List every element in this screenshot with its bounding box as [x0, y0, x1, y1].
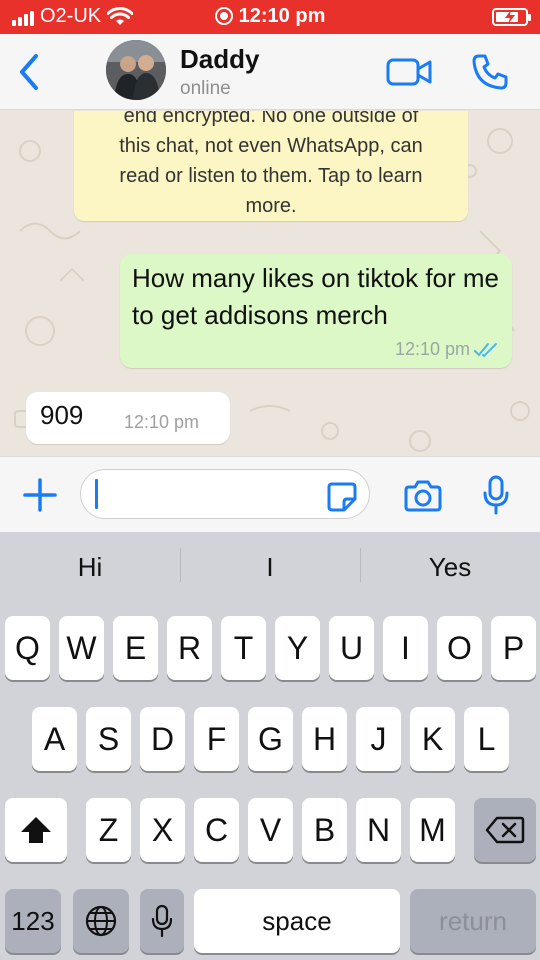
- encryption-line: more.: [245, 195, 297, 217]
- key-o[interactable]: O: [437, 616, 482, 680]
- backspace-key[interactable]: [474, 798, 536, 862]
- key-t[interactable]: T: [221, 616, 266, 680]
- read-ticks-icon: [474, 343, 497, 358]
- suggestion-item[interactable]: Hi: [0, 552, 180, 583]
- battery-icon: [492, 8, 531, 26]
- key-d[interactable]: D: [140, 707, 185, 771]
- globe-icon: [85, 905, 117, 937]
- message-text: How many likes on tiktok for me to get a…: [132, 263, 500, 330]
- backspace-icon: [485, 816, 525, 844]
- key-v[interactable]: V: [248, 798, 293, 862]
- keyboard: Hi I Yes Q W E R T Y U I O P A S D F G H…: [0, 532, 540, 960]
- key-u[interactable]: U: [329, 616, 374, 680]
- key-g[interactable]: G: [248, 707, 293, 771]
- screen-record-icon: [214, 7, 233, 25]
- sticker-icon[interactable]: [326, 481, 358, 513]
- camera-icon[interactable]: [404, 479, 442, 513]
- outgoing-message[interactable]: How many likes on tiktok for me to get a…: [120, 254, 512, 368]
- suggestion-item[interactable]: Yes: [360, 552, 540, 583]
- key-j[interactable]: J: [356, 707, 401, 771]
- contact-name[interactable]: Daddy: [180, 44, 259, 75]
- status-bar: O2-UK 12:10 pm: [0, 0, 540, 34]
- key-q[interactable]: Q: [5, 616, 50, 680]
- shift-key[interactable]: [5, 798, 67, 862]
- message-time: 12:10 pm: [394, 339, 470, 359]
- avatar[interactable]: [106, 40, 166, 100]
- key-e[interactable]: E: [113, 616, 158, 680]
- encryption-notice[interactable]: end encrypted. No one outside of this ch…: [74, 111, 468, 221]
- key-l[interactable]: L: [464, 707, 509, 771]
- key-h[interactable]: H: [302, 707, 347, 771]
- microphone-icon: [151, 904, 173, 938]
- key-p[interactable]: P: [491, 616, 536, 680]
- chat-header: Daddy online: [0, 34, 540, 110]
- message-time: 12:10 pm: [124, 412, 200, 432]
- key-w[interactable]: W: [59, 616, 104, 680]
- key-y[interactable]: Y: [275, 616, 320, 680]
- globe-key[interactable]: [73, 889, 129, 953]
- key-n[interactable]: N: [356, 798, 401, 862]
- chat-area[interactable]: end encrypted. No one outside of this ch…: [0, 111, 540, 456]
- key-x[interactable]: X: [140, 798, 185, 862]
- suggestion-bar: Hi I Yes: [0, 532, 540, 602]
- message-text: 909: [40, 400, 84, 430]
- key-k[interactable]: K: [410, 707, 455, 771]
- key-i[interactable]: I: [383, 616, 428, 680]
- message-input-bar: [0, 456, 540, 532]
- encryption-line: this chat, not even WhatsApp, can: [119, 135, 423, 157]
- phone-icon[interactable]: [470, 52, 510, 92]
- key-f[interactable]: F: [194, 707, 239, 771]
- encryption-line: end encrypted. No one outside of: [123, 111, 419, 127]
- encryption-line: read or listen to them. Tap to learn: [119, 165, 423, 187]
- plus-icon[interactable]: [22, 477, 58, 513]
- space-key[interactable]: space: [194, 889, 400, 953]
- chevron-left-icon[interactable]: [14, 52, 44, 92]
- dictation-key[interactable]: [140, 889, 184, 953]
- key-z[interactable]: Z: [86, 798, 131, 862]
- key-c[interactable]: C: [194, 798, 239, 862]
- shift-icon: [21, 817, 51, 843]
- incoming-message[interactable]: 909 12:10 pm: [26, 392, 230, 444]
- status-time: 12:10 pm: [0, 5, 540, 28]
- contact-status: online: [180, 78, 231, 99]
- suggestion-item[interactable]: I: [180, 552, 360, 583]
- key-r[interactable]: R: [167, 616, 212, 680]
- numbers-key[interactable]: 123: [5, 889, 61, 953]
- key-m[interactable]: M: [410, 798, 455, 862]
- key-b[interactable]: B: [302, 798, 347, 862]
- key-a[interactable]: A: [32, 707, 77, 771]
- return-key[interactable]: return: [410, 889, 536, 953]
- video-camera-icon[interactable]: [386, 54, 432, 90]
- microphone-icon[interactable]: [482, 475, 510, 515]
- time-label: 12:10 pm: [238, 5, 326, 27]
- key-s[interactable]: S: [86, 707, 131, 771]
